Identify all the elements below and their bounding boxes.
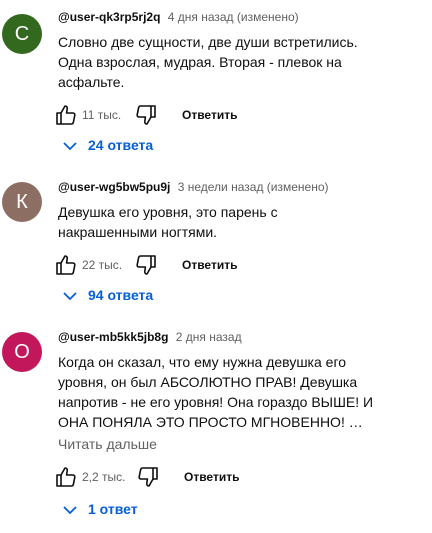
read-more-button[interactable]: Читать дальше (58, 436, 157, 452)
chevron-down-icon (63, 292, 77, 301)
chevron-down-icon (63, 506, 77, 515)
like-icon[interactable] (54, 465, 78, 489)
comment-timestamp[interactable]: 2 дня назад (176, 330, 242, 344)
like-icon[interactable] (54, 103, 78, 127)
like-count: 11 тыс. (82, 108, 122, 122)
author-name[interactable]: @user-wg5bw5pu9j (58, 180, 170, 194)
avatar[interactable]: С (2, 14, 42, 54)
avatar[interactable]: О (2, 332, 42, 372)
replies-count-label: 94 ответа (88, 287, 154, 303)
comment-header: @user-qk3rp5rj2q 4 дня назад (изменено) (58, 10, 299, 24)
comment-text: Девушка его уровня, это парень с накраше… (58, 204, 278, 240)
like-count: 2,2 тыс. (82, 470, 126, 484)
like-count: 22 тыс. (82, 258, 123, 272)
replies-count-label: 1 ответ (88, 501, 138, 517)
author-name[interactable]: @user-mb5kk5jb8g (58, 330, 168, 344)
dislike-icon[interactable] (136, 465, 160, 489)
comment-timestamp[interactable]: 3 недели назад (изменено) (178, 180, 329, 194)
comment-header: @user-mb5kk5jb8g 2 дня назад (58, 330, 242, 344)
reply-button[interactable]: Ответить (182, 258, 237, 272)
replies-count-label: 24 ответа (88, 137, 154, 153)
comment-thread: К @user-wg5bw5pu9j 3 недели назад (измен… (0, 180, 432, 310)
reply-button[interactable]: Ответить (184, 470, 239, 484)
comment-text: Когда он сказал, что ему нужна девушка е… (58, 354, 374, 430)
chevron-down-icon (63, 142, 77, 151)
dislike-icon[interactable] (134, 103, 158, 127)
reply-button[interactable]: Ответить (182, 108, 237, 122)
comment-header: @user-wg5bw5pu9j 3 недели назад (изменен… (58, 180, 329, 194)
comment-timestamp[interactable]: 4 дня назад (изменено) (168, 10, 299, 24)
comment-thread: О @user-mb5kk5jb8g 2 дня назад Когда он … (0, 330, 432, 525)
comment-thread: С @user-qk3rp5rj2q 4 дня назад (изменено… (0, 10, 432, 160)
author-name[interactable]: @user-qk3rp5rj2q (58, 10, 160, 24)
avatar[interactable]: К (2, 182, 42, 222)
like-icon[interactable] (54, 253, 78, 277)
comment-text: Словно две сущности, две души встретилис… (58, 34, 358, 90)
dislike-icon[interactable] (134, 253, 158, 277)
